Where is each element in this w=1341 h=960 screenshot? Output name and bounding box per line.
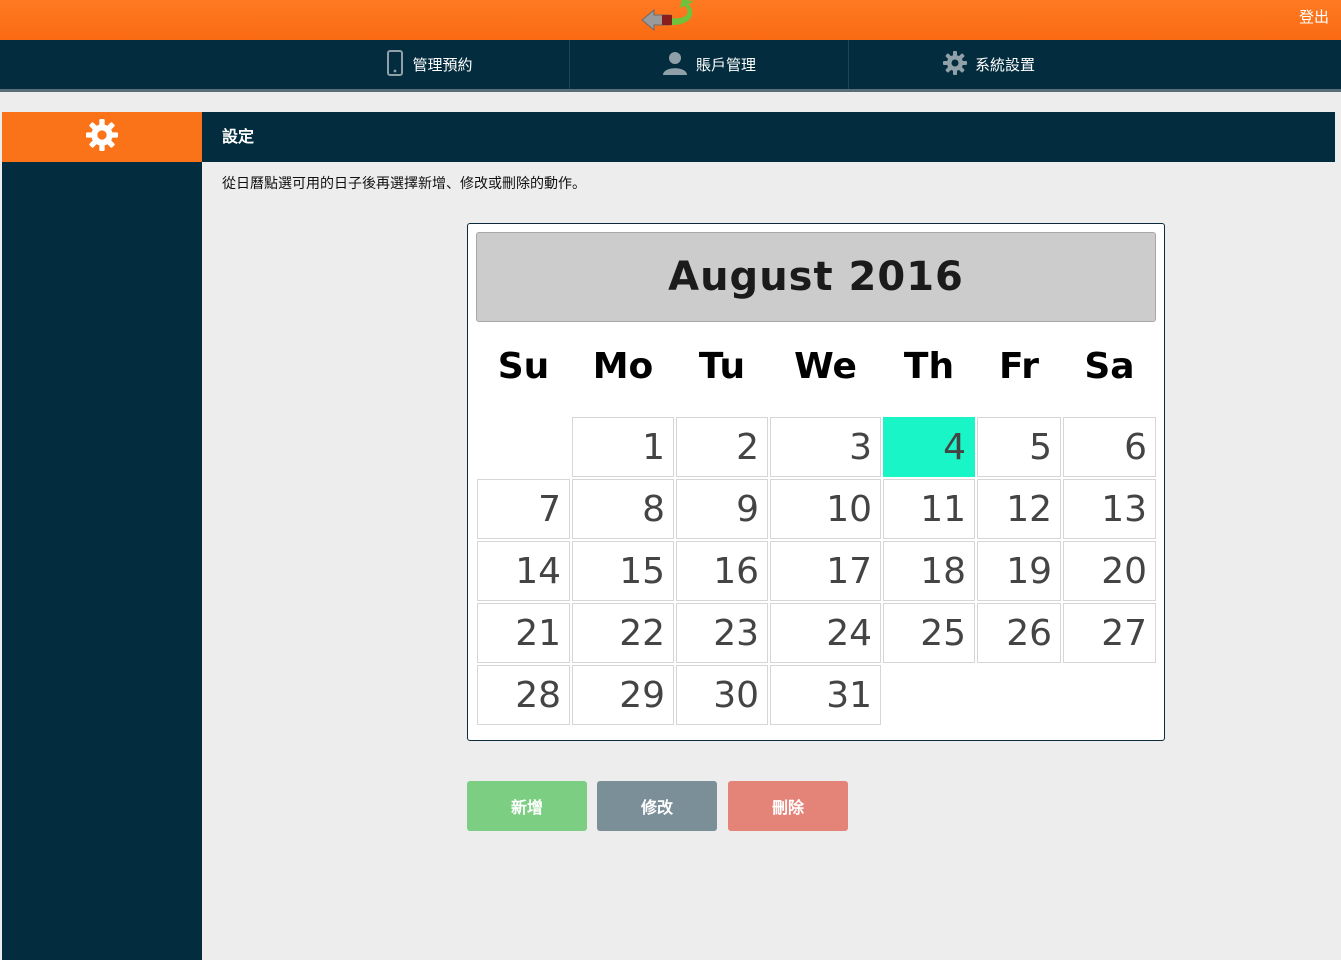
add-button[interactable]: 新增	[467, 781, 587, 831]
right-edge	[1335, 112, 1341, 960]
calendar-day[interactable]: 22	[572, 603, 674, 663]
nav-item-manage-bookings[interactable]: 管理預約	[290, 40, 570, 89]
calendar-day[interactable]: 11	[883, 479, 975, 539]
calendar-day[interactable]: 29	[572, 665, 674, 725]
calendar-day[interactable]: 9	[676, 479, 768, 539]
nav-item-system-settings[interactable]: 系統設置	[849, 40, 1129, 89]
nav-item-account-management[interactable]: 賬戶管理	[570, 40, 849, 89]
calendar-day[interactable]: 1	[572, 417, 674, 477]
gear-icon	[942, 50, 967, 79]
calendar-day[interactable]: 12	[977, 479, 1061, 539]
user-icon	[662, 51, 688, 79]
weekday-header: We	[794, 346, 857, 387]
weekday-header: Tu	[698, 346, 746, 387]
weekday-header: Su	[497, 346, 550, 387]
calendar-day[interactable]: 21	[477, 603, 570, 663]
sidebar	[2, 112, 202, 960]
instruction-text: 從日曆點選可用的日子後再選擇新增、修改或刪除的動作。	[222, 176, 586, 192]
sidebar-settings-tab[interactable]	[2, 112, 202, 162]
calendar-day[interactable]: 5	[977, 417, 1061, 477]
calendar-day[interactable]: 16	[676, 541, 768, 601]
calendar-day[interactable]: 7	[477, 479, 570, 539]
weekday-header: Fr	[998, 346, 1040, 387]
calendar-day[interactable]: 20	[1063, 541, 1156, 601]
calendar-day[interactable]: 4	[883, 417, 975, 477]
calendar: August 2016 Su Mo Tu We Th Fr Sa 1 2 3 4 5 6 7 8 9 10 11 1…	[467, 223, 1165, 741]
calendar-day[interactable]: 23	[676, 603, 768, 663]
weekday-header: Sa	[1084, 346, 1135, 387]
weekday-header: Th	[903, 346, 955, 387]
nav-item-label: 賬戶管理	[695, 56, 756, 74]
phone-icon	[386, 49, 404, 80]
calendar-day[interactable]: 18	[883, 541, 975, 601]
calendar-month-title: August 2016	[476, 232, 1156, 322]
calendar-day[interactable]: 30	[676, 665, 768, 725]
calendar-day[interactable]: 24	[770, 603, 881, 663]
calendar-day[interactable]: 6	[1063, 417, 1156, 477]
calendar-day[interactable]: 17	[770, 541, 881, 601]
main-nav: 管理預約 賬戶管理 系統設置	[0, 40, 1341, 92]
calendar-day[interactable]: 8	[572, 479, 674, 539]
calendar-day[interactable]: 13	[1063, 479, 1156, 539]
calendar-day[interactable]: 26	[977, 603, 1061, 663]
calendar-day[interactable]: 15	[572, 541, 674, 601]
calendar-day[interactable]: 19	[977, 541, 1061, 601]
calendar-day[interactable]: 10	[770, 479, 881, 539]
logout-link[interactable]: 登出	[1299, 6, 1329, 27]
page-title: 設定	[202, 112, 1335, 162]
nav-item-label: 系統設置	[974, 56, 1035, 74]
calendar-day[interactable]: 25	[883, 603, 975, 663]
gear-icon	[86, 119, 118, 155]
calendar-day[interactable]: 28	[477, 665, 570, 725]
calendar-day[interactable]: 3	[770, 417, 881, 477]
calendar-day[interactable]: 27	[1063, 603, 1156, 663]
weekday-header: Mo	[592, 346, 654, 387]
edit-button[interactable]: 修改	[597, 781, 717, 831]
delete-button[interactable]: 刪除	[728, 781, 848, 831]
calendar-day[interactable]: 14	[477, 541, 570, 601]
nav-item-label: 管理預約	[412, 56, 473, 74]
logo-arrows-icon	[636, 0, 706, 36]
calendar-day[interactable]: 31	[770, 665, 881, 725]
calendar-day[interactable]: 2	[676, 417, 768, 477]
top-bar: 登出	[0, 0, 1341, 40]
